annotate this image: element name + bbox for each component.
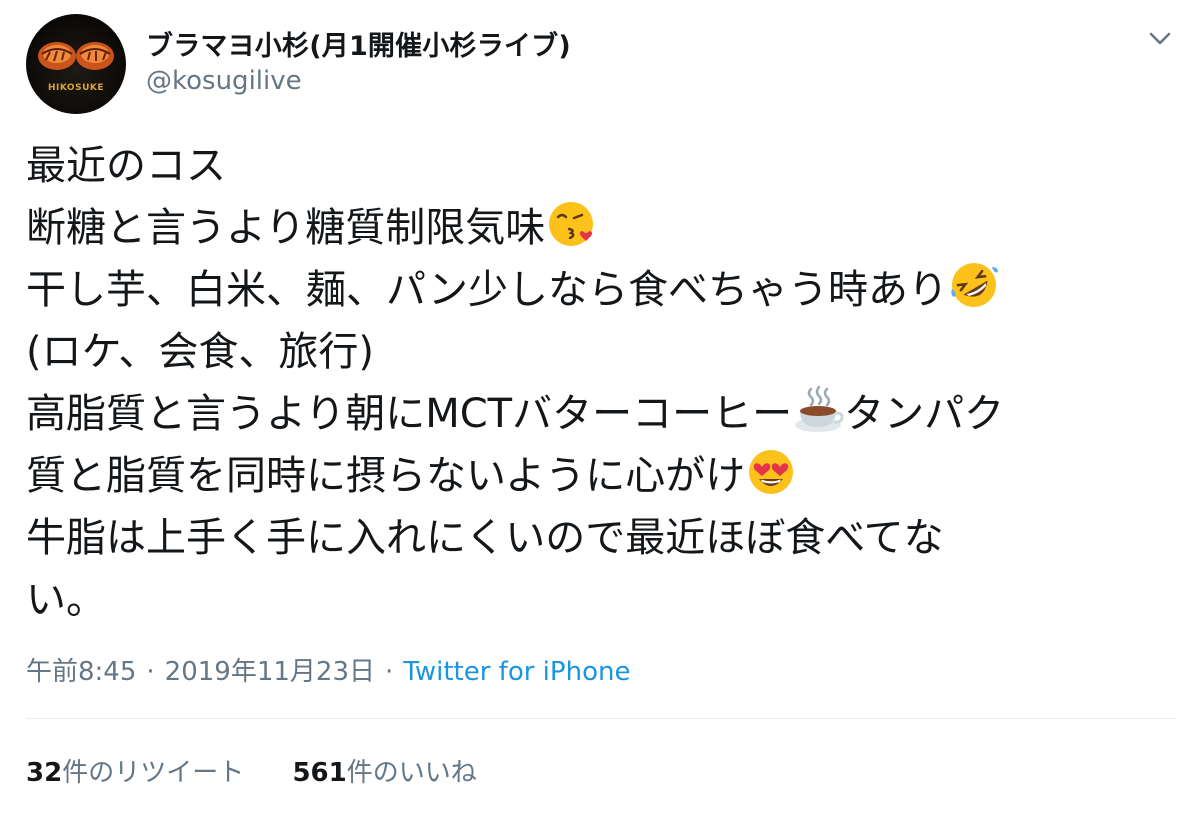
heart-eyes-emoji: [745, 445, 797, 497]
tweet-line: (ロケ、会食、旅行): [26, 321, 1176, 383]
likes-label: 件のいいね: [346, 758, 477, 788]
tweet-line: い。: [26, 569, 1176, 631]
display-name[interactable]: ブラマヨ小杉(月1開催小杉ライブ): [146, 24, 571, 63]
tweet-line-text: 質と脂質を同時に摂らないように心がけ: [26, 453, 746, 499]
avatar-image: HIKOSUKE: [38, 42, 114, 93]
tweet-line: 断糖と言うより糖質制限気味: [26, 197, 1176, 259]
tweet-line-text: タンパク: [844, 391, 1005, 437]
tweet-line-text: 干し芋、白米、麺、パン少しなら食べちゃう時あり: [26, 267, 948, 313]
tweet-time[interactable]: 午前8:45: [26, 657, 136, 687]
tweet-line: 最近のコス: [26, 135, 1176, 197]
retweets-count: 32: [26, 758, 63, 788]
tweet-stats: 32件のリツイート 561件のいいね: [26, 752, 517, 789]
tweet-line-text: い。: [26, 577, 106, 623]
avatar-text: HIKOSUKE: [48, 83, 104, 93]
tweet-line: 牛脂は上手く手に入れにくいので最近ほぼ食べてな: [26, 507, 1176, 569]
fist-right-shape: [76, 42, 114, 70]
meta-separator: ·: [146, 657, 155, 687]
tweet-source-link[interactable]: Twitter for iPhone: [403, 657, 630, 687]
tweet-card: HIKOSUKE ブラマヨ小杉(月1開催小杉ライブ) @kosugilive 最…: [0, 0, 1200, 813]
meta-separator: ·: [385, 657, 394, 687]
fist-left-shape: [38, 42, 76, 70]
likes-count: 561: [292, 758, 347, 788]
tweet-metadata: 午前8:45 · 2019年11月23日 · Twitter for iPhone: [26, 651, 630, 688]
tweet-line: 干し芋、白米、麺、パン少しなら食べちゃう時あり: [26, 259, 1176, 321]
tweet-line-text: 断糖と言うより糖質制限気味: [26, 205, 546, 251]
tweet-line-text: 牛脂は上手く手に入れにくいので最近ほぼ食べてな: [26, 515, 944, 561]
rolling-on-floor-laughing-emoji: [948, 259, 1000, 311]
avatar[interactable]: HIKOSUKE: [26, 14, 126, 114]
tweet-date[interactable]: 2019年11月23日: [165, 657, 375, 687]
retweets-stat[interactable]: 32件のリツイート: [26, 758, 244, 788]
tweet-text: 最近のコス 断糖と言うより糖質制限気味 干し芋、白米、麺、パン少しなら食べちゃう…: [26, 135, 1176, 631]
likes-stat[interactable]: 561件のいいね: [292, 758, 476, 788]
tweet-line-text: (ロケ、会食、旅行): [26, 329, 375, 375]
user-handle[interactable]: @kosugilive: [146, 66, 302, 96]
tweet-line: 高脂質と言うより朝にMCTバターコーヒー タンパク: [26, 383, 1176, 445]
retweets-label: 件のリツイート: [62, 758, 245, 788]
tweet-line: 質と脂質を同時に摂らないように心がけ: [26, 445, 1176, 507]
hot-beverage-emoji: [792, 383, 844, 435]
tweet-line-text: 最近のコス: [26, 143, 226, 189]
tweet-line-text: 高脂質と言うより朝にMCTバターコーヒー: [26, 391, 793, 437]
chevron-down-icon[interactable]: [1145, 26, 1175, 50]
face-blowing-kiss-emoji: [545, 197, 597, 249]
divider: [26, 718, 1176, 719]
